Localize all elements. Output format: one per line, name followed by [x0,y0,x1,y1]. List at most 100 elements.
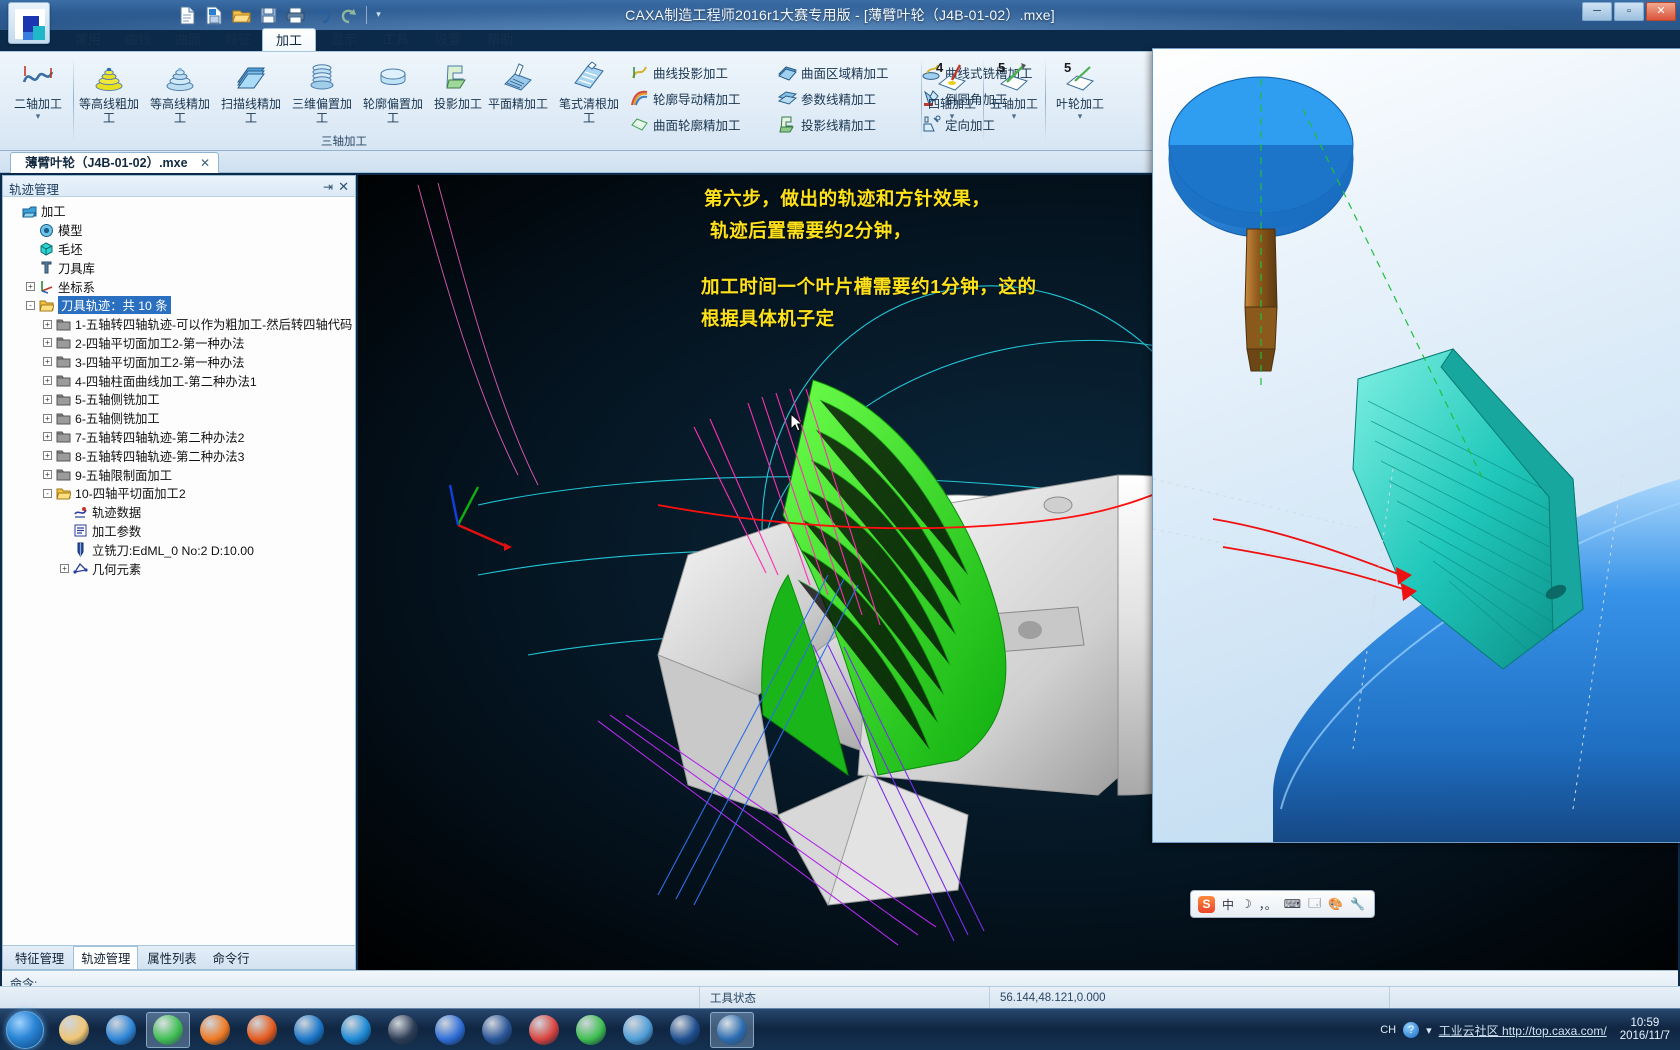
tree-node[interactable]: +2-四轴平切面加工2-第一种办法 [3,334,355,353]
taskbar-item-thunder[interactable] [334,1012,378,1048]
open-folder-icon[interactable] [232,6,251,25]
ribbon-tab-feature[interactable]: 特征 [212,28,264,52]
taskbar-item-internet-explorer[interactable] [99,1012,143,1048]
expand-icon[interactable]: + [43,376,52,385]
pencil-clean-button[interactable]: 笔式清根加工 [556,58,622,134]
tree-node[interactable]: +7-五轴转四轴轨迹-第二种办法2 [3,428,355,447]
ime-skin-icon[interactable]: 🎨 [1328,897,1343,911]
contour-offset-button[interactable]: 轮廓偏置加工 [360,58,426,134]
expand-icon[interactable]: + [43,320,52,329]
tree-node[interactable]: +4-四轴柱面曲线加工-第二种办法1 [3,371,355,390]
tab-command-line[interactable]: 命令行 [206,947,257,969]
impeller-dropdown-icon[interactable]: ▾ [1046,111,1114,121]
tree-node[interactable]: +5-五轴侧铣加工 [3,390,355,409]
taskbar-item-caxa-app[interactable] [663,1012,707,1048]
ribbon-tab-help[interactable]: 帮助 [474,28,526,52]
expand-icon[interactable]: + [43,357,52,366]
two-axis-machining-button[interactable]: 二轴加工 ▾ [5,58,71,134]
close-icon[interactable]: ✕ [338,179,349,195]
tree-node[interactable]: +9-五轴限制面加工 [3,465,355,484]
surface-contour-item[interactable]: 曲面轮廓精加工 [630,112,741,136]
sogou-logo-icon[interactable]: S [1198,896,1215,913]
plane-finish-button[interactable]: 平面精加工 [485,58,551,134]
impeller-machining-button[interactable]: 5 叶轮加工 ▾ [1046,58,1114,134]
expand-icon[interactable]: + [43,414,52,423]
tree-node[interactable]: 加工 [3,202,355,221]
print-icon[interactable] [286,6,305,25]
ime-moon-icon[interactable]: ☽ [1241,897,1252,911]
taskbar-item-baidu[interactable] [428,1012,472,1048]
start-button[interactable] [6,1011,44,1049]
collapse-icon[interactable]: - [43,489,52,498]
pin-icon[interactable]: ⇥ [323,180,333,194]
help-icon[interactable]: ? [1403,1022,1419,1038]
tab-trajectory-manager[interactable]: 轨迹管理 [73,946,138,970]
taskbar-item-file-explorer[interactable] [52,1012,96,1048]
ribbon-tab-surface[interactable]: 曲面 [162,28,214,52]
tree-node[interactable]: +坐标系 [3,277,355,296]
two-axis-dropdown-icon[interactable]: ▾ [5,111,71,121]
tree-node[interactable]: 模型 [3,221,355,240]
taskbar-item-word[interactable] [475,1012,519,1048]
ribbon-tab-display[interactable]: 显示 [318,28,370,52]
surface-region-item[interactable]: 曲面区域精加工 [778,60,889,84]
contour-guide-item[interactable]: 轮廓导动精加工 [630,86,741,110]
taskbar-item-media-player[interactable] [522,1012,566,1048]
projection-line-item[interactable]: 投影线精加工 [778,112,876,136]
expand-icon[interactable]: + [43,338,52,347]
expand-icon[interactable]: + [43,432,52,441]
ribbon-tab-settings[interactable]: 设置 [422,28,474,52]
trajectory-tree[interactable]: 加工模型毛坯刀具库+坐标系-刀具轨迹：共 10 条+1-五轴转四轴轨迹-可以作为… [3,198,355,946]
expand-icon[interactable]: + [60,564,69,573]
contour-finish-button[interactable]: 等高线精加工 [147,58,213,134]
save-as-icon[interactable] [205,6,224,25]
expand-icon[interactable]: + [43,451,52,460]
ribbon-tab-common[interactable]: 常用 [62,28,114,52]
expand-tray-icon[interactable]: ▾ [1426,1024,1432,1037]
tree-node[interactable]: -10-四轴平切面加工2 [3,484,355,503]
four-axis-machining-button[interactable]: 4 四轴加工 ▾ [922,58,982,134]
tree-node[interactable]: +8-五轴转四轴轨迹-第二种办法3 [3,446,355,465]
projection-button[interactable]: 投影加工 [431,58,485,134]
tree-node[interactable]: -刀具轨迹：共 10 条 [3,296,355,315]
taskbar-item-wechat[interactable] [569,1012,613,1048]
taskbar-item-uc-browser[interactable] [193,1012,237,1048]
five-axis-dropdown-icon[interactable]: ▾ [984,111,1044,121]
expand-icon[interactable]: + [43,470,52,479]
taskbar-item-qq[interactable] [381,1012,425,1048]
ime-panel-icon[interactable]: 🗔 [1308,894,1321,915]
ime-settings-icon[interactable]: 🔧 [1350,897,1365,911]
ribbon-tab-curve[interactable]: 曲线 [112,28,164,52]
tree-node[interactable]: +6-五轴侧铣加工 [3,409,355,428]
taskbar-item-firefox[interactable] [240,1012,284,1048]
tree-node[interactable]: 毛坯 [3,240,355,259]
ime-chinese-mode-icon[interactable]: 中 [1222,896,1234,913]
ribbon-tab-tools[interactable]: 工具 [370,28,422,52]
tab-feature-manager[interactable]: 特征管理 [8,947,71,969]
taskbar-item-maxthon[interactable] [287,1012,331,1048]
tree-node[interactable]: 加工参数 [3,522,355,541]
four-axis-dropdown-icon[interactable]: ▾ [922,111,982,121]
offset3d-button[interactable]: 三维偏置加工 [289,58,355,134]
five-axis-machining-button[interactable]: 5 五轴加工 ▾ [984,58,1044,134]
ribbon-tab-machining[interactable]: 加工 [262,28,316,52]
tree-node[interactable]: +几何元素 [3,559,355,578]
tree-node[interactable]: 刀具库 [3,258,355,277]
ime-toolbar[interactable]: S 中 ☽ ，。 ⌨ 🗔 🎨 🔧 [1190,890,1375,918]
document-tab[interactable]: 薄臂叶轮（J4B-01-02）.mxe ✕ [10,152,219,173]
collapse-icon[interactable]: - [26,301,35,310]
taskbar-item-caxa-doc[interactable] [710,1012,754,1048]
tree-node[interactable]: 轨迹数据 [3,503,355,522]
tree-node[interactable]: +3-四轴平切面加工2-第一种办法 [3,352,355,371]
curve-projection-item[interactable]: 曲线投影加工 [630,60,728,84]
expand-icon[interactable]: + [26,282,35,291]
ime-indicator[interactable]: CH [1380,1024,1396,1036]
new-file-icon[interactable] [178,6,197,25]
ime-keyboard-icon[interactable]: ⌨ [1284,897,1301,911]
ime-punctuation-icon[interactable]: ，。 [1259,896,1277,913]
scanline-finish-button[interactable]: 扫描线精加工 [218,58,284,134]
taskbar-item-360-browser[interactable] [146,1012,190,1048]
qat-more-icon[interactable]: ▾ [374,10,383,19]
expand-icon[interactable]: + [43,395,52,404]
clock[interactable]: 10:59 2016/11/7 [1614,1017,1676,1043]
